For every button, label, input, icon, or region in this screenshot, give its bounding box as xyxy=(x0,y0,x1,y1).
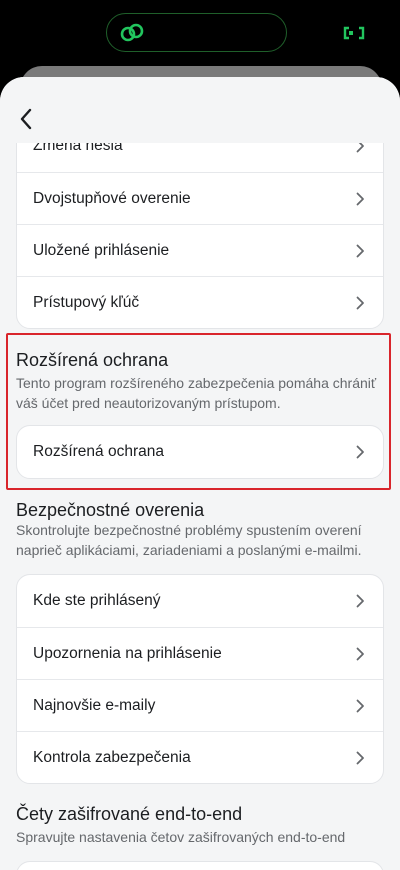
list-item-label: Prístupový kľúč xyxy=(33,293,140,311)
security-checks-description: Skontrolujte bezpečnostné problémy spust… xyxy=(16,522,362,558)
list-item-where-logged-in[interactable]: Kde ste prihlásený xyxy=(17,575,383,627)
security-settings-sheet: Zmena hesla Dvojstupňové overenie Uložen… xyxy=(0,77,400,870)
chevron-right-icon xyxy=(356,699,364,712)
back-button[interactable] xyxy=(12,105,40,133)
encrypted-chats-title: Čety zašifrované end-to-end xyxy=(16,804,243,824)
login-settings-card: Zmena hesla Dvojstupňové overenie Uložen… xyxy=(16,119,384,329)
security-checks-title: Bezpečnostné overenia xyxy=(16,500,205,520)
list-item-login-alerts[interactable]: Upozornenia na prihlásenie xyxy=(17,627,383,679)
link-icon xyxy=(120,23,144,42)
list-item-recent-emails[interactable]: Najnovšie e-maily xyxy=(17,679,383,731)
chevron-right-icon xyxy=(356,296,364,309)
expand-icon xyxy=(343,26,365,40)
status-bar xyxy=(0,0,400,70)
sheet-header xyxy=(0,77,400,143)
security-checks-card: Kde ste prihlásený Upozornenia na prihlá… xyxy=(16,574,384,784)
list-item-label: Kde ste prihlásený xyxy=(33,592,161,609)
list-item-saved-login[interactable]: Uložené prihlásenie xyxy=(17,224,383,276)
encrypted-chats-description: Spravujte nastavenia četov zašifrovaných… xyxy=(16,829,346,845)
chevron-right-icon xyxy=(356,244,364,257)
dynamic-island xyxy=(106,13,287,52)
list-item-label: Uložené prihlásenie xyxy=(33,241,170,259)
encrypted-chats-card xyxy=(16,861,384,870)
chevron-right-icon xyxy=(356,647,364,660)
list-item-label: Upozornenia na prihlásenie xyxy=(33,644,222,662)
chevron-right-icon xyxy=(356,192,364,205)
chevron-left-icon xyxy=(20,108,32,130)
list-item-two-factor[interactable]: Dvojstupňové overenie xyxy=(17,172,383,224)
list-item-label: Kontrola zabezpečenia xyxy=(33,748,191,766)
list-item-label: Najnovšie e-maily xyxy=(33,696,156,714)
chevron-right-icon xyxy=(356,751,364,764)
chevron-right-icon xyxy=(356,594,364,608)
list-item-passkey[interactable]: Prístupový kľúč xyxy=(17,276,383,328)
list-item-label: Dvojstupňové overenie xyxy=(33,189,191,207)
list-item-security-checkup[interactable]: Kontrola zabezpečenia xyxy=(17,731,383,783)
highlight-box xyxy=(6,333,391,490)
